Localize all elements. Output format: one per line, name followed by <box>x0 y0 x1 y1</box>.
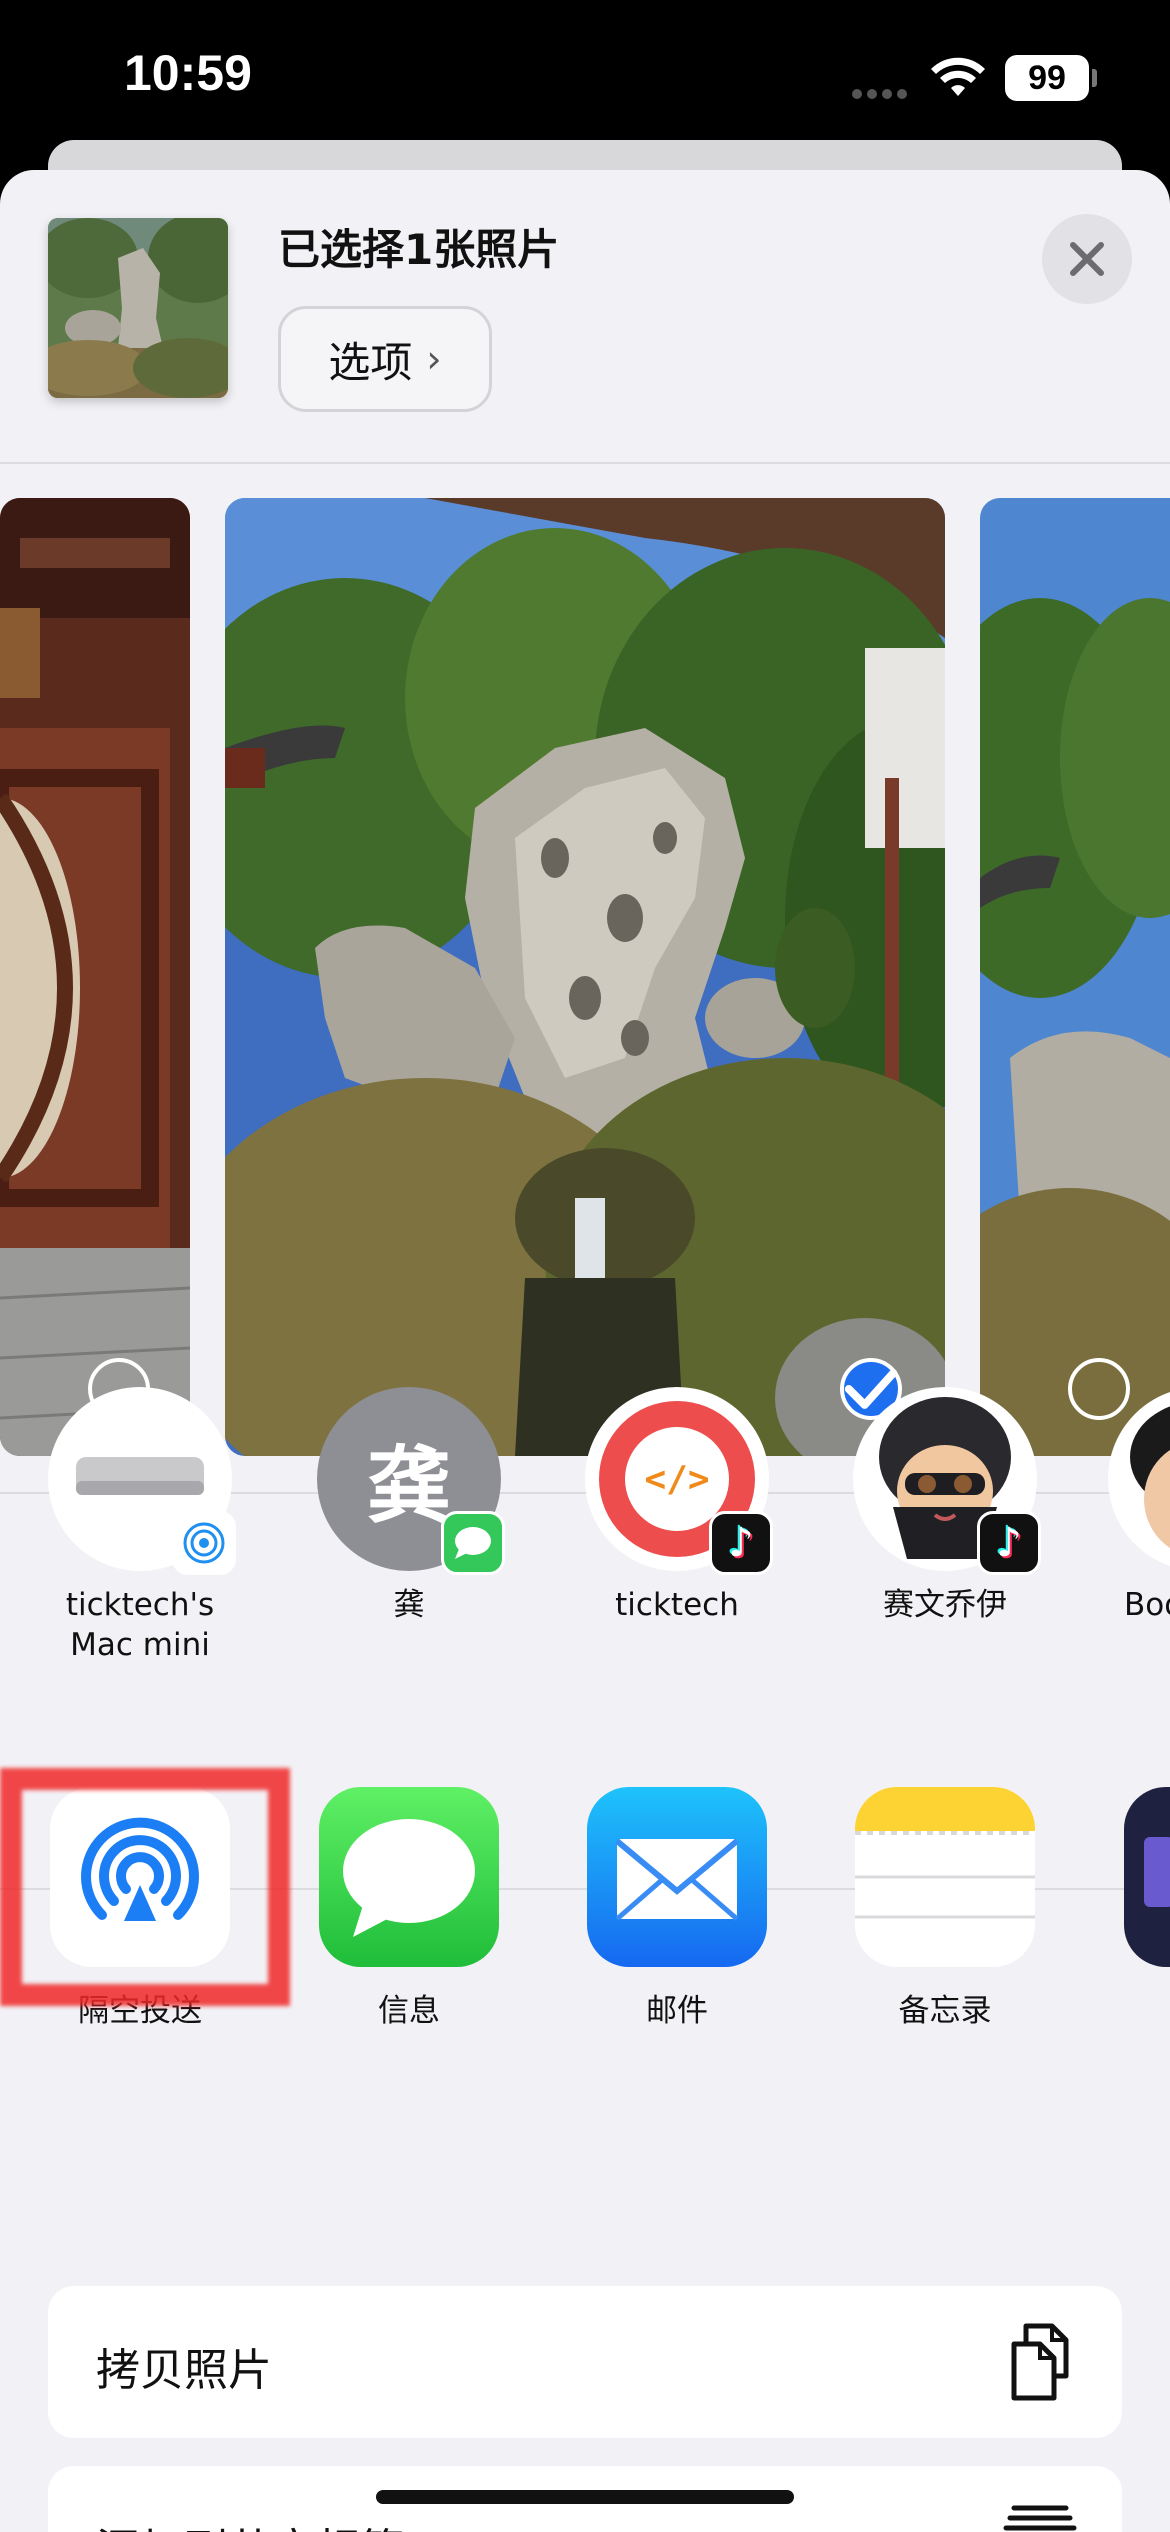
person-name-line2: Mac mini <box>70 1627 210 1663</box>
copy-icon <box>1011 2323 1069 2401</box>
person-mac-mini[interactable]: ticktech's Mac mini <box>35 1387 245 1665</box>
tiktok-icon: ♪ <box>996 1520 1022 1566</box>
photo-item[interactable] <box>980 498 1170 1456</box>
battery-tip <box>1092 69 1097 87</box>
person-ticktech[interactable]: </> ♪ ticktech <box>572 1387 782 1625</box>
options-label: 选项 <box>328 337 413 387</box>
person-partial[interactable]: Boo N <box>1108 1387 1170 1665</box>
selected-photo-thumbnail <box>48 218 228 398</box>
memoji-icon <box>1130 1406 1170 1548</box>
notes-app-icon <box>855 1787 1035 1967</box>
red-highlight-annotation <box>0 1768 290 2006</box>
cellular-signal-icon <box>852 84 914 99</box>
device-avatar <box>48 1387 236 1575</box>
status-bar: 10:59 99 <box>0 0 1170 150</box>
share-header: 已选择1张照片 选项 › <box>0 170 1170 462</box>
app-notes[interactable]: 备忘录 <box>840 1787 1050 2030</box>
share-sheet: 已选择1张照片 选项 › ticktech's Mac mini 龚 龚 </>… <box>0 170 1170 2532</box>
contact-avatar: </> ♪ <box>585 1387 773 1575</box>
messages-icon <box>455 1527 491 1559</box>
options-button[interactable]: 选项 › <box>278 306 492 412</box>
app-partial[interactable] <box>1124 1787 1170 1967</box>
mail-app-icon <box>587 1787 767 1967</box>
person-gong[interactable]: 龚 龚 <box>304 1387 514 1625</box>
shared-album-icon <box>1003 2505 1077 2531</box>
app-mail[interactable]: 邮件 <box>572 1787 782 2030</box>
action-label: 添加到共享相簿 <box>96 2514 404 2532</box>
contact-avatar: 龚 <box>317 1387 505 1575</box>
wifi-icon <box>931 57 985 96</box>
svg-text:</>: </> <box>644 1459 709 1500</box>
airdrop-icon <box>183 1522 225 1564</box>
messages-icon <box>343 1819 475 1937</box>
notes-icon <box>855 1787 1035 1919</box>
avatar-initial: 龚 <box>366 1436 451 1535</box>
close-icon <box>1070 242 1104 276</box>
divider <box>0 462 1170 464</box>
photo-item-selected[interactable] <box>225 498 945 1456</box>
status-time: 10:59 <box>124 45 252 101</box>
contact-avatar <box>1108 1387 1170 1571</box>
person-saiwenqiaoyi[interactable]: ♪ 赛文乔伊 <box>840 1387 1050 1625</box>
airdrop-badge <box>172 1511 236 1575</box>
messages-app-icon <box>319 1787 499 1967</box>
contact-avatar: ♪ <box>853 1387 1041 1575</box>
app-messages[interactable]: 信息 <box>304 1787 514 2030</box>
unknown-app-icon <box>1144 1837 1170 1907</box>
app-label: 备忘录 <box>898 1993 992 2029</box>
copy-photo-action[interactable]: 拷贝照片 <box>48 2286 1122 2438</box>
person-name: Boo <box>1124 1587 1170 1623</box>
action-label: 拷贝照片 <box>96 2345 272 2396</box>
app-label: 信息 <box>378 1993 440 2029</box>
close-button[interactable] <box>1042 214 1132 304</box>
person-name: ticktech <box>615 1587 739 1623</box>
tiktok-icon: ♪ <box>728 1520 754 1566</box>
tiktok-badge: ♪ <box>977 1511 1041 1575</box>
battery-level: 99 <box>1005 55 1089 101</box>
messages-badge <box>441 1511 505 1575</box>
app-label: 邮件 <box>646 1993 708 2029</box>
mail-icon <box>615 1838 739 1921</box>
photo-item[interactable] <box>0 498 190 1456</box>
chevron-right-icon: › <box>426 337 442 381</box>
person-name: 赛文乔伊 <box>883 1587 1007 1623</box>
home-indicator <box>376 2490 794 2504</box>
app-icon <box>1124 1787 1170 1967</box>
person-name-line2: N <box>1108 1625 1170 1665</box>
person-name: 龚 <box>393 1587 425 1623</box>
person-name: ticktech's <box>65 1587 215 1623</box>
tiktok-badge: ♪ <box>709 1511 773 1575</box>
selection-title: 已选择1张照片 <box>278 225 560 274</box>
